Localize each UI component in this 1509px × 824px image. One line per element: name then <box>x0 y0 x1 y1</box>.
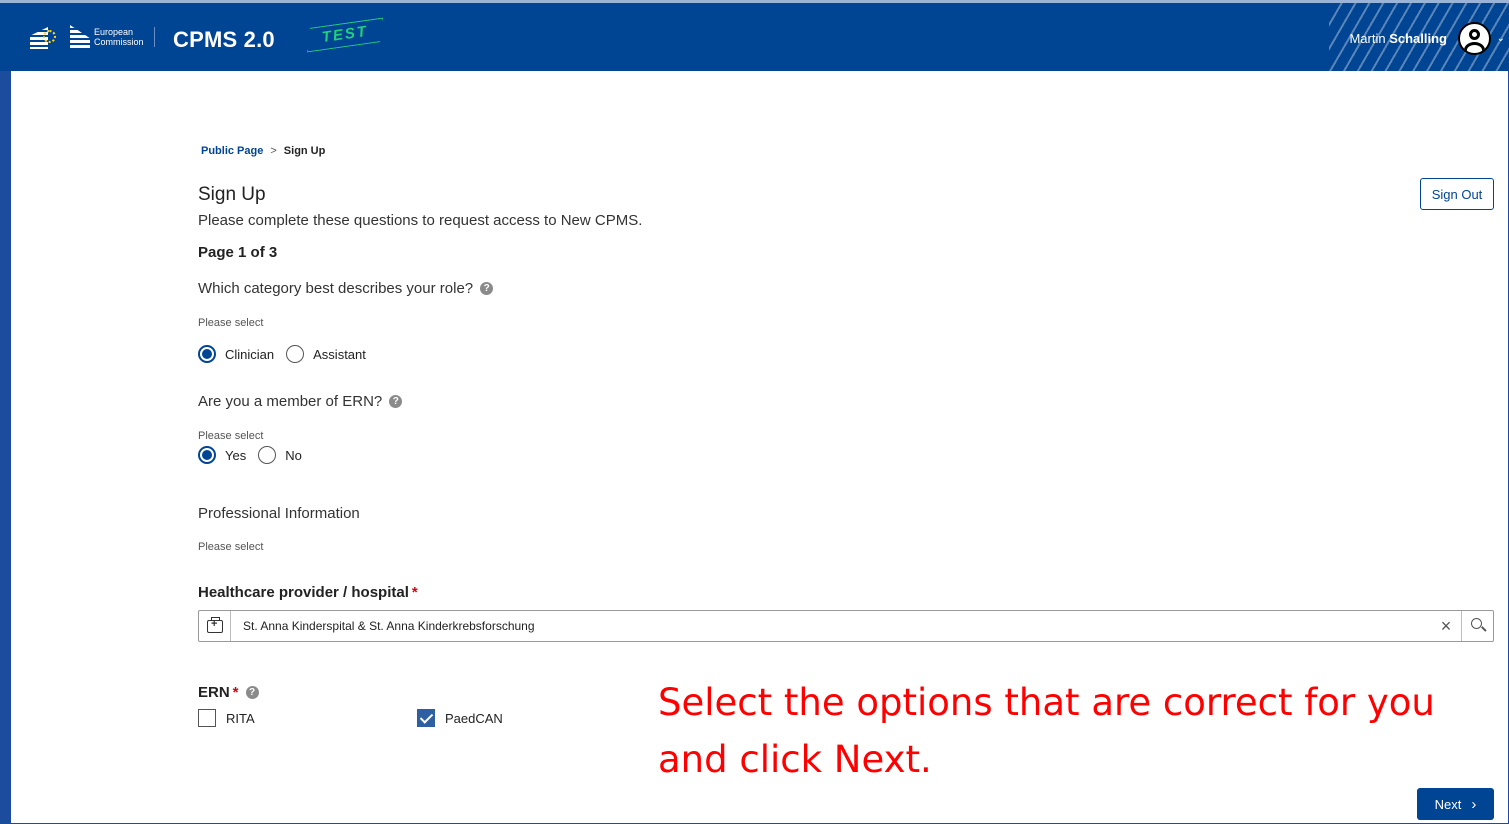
radio-yes[interactable] <box>198 446 216 464</box>
test-stamp-text: TEST <box>320 22 370 47</box>
page-indicator: Page 1 of 3 <box>198 244 278 261</box>
annotation-line2: and click Next. <box>658 738 932 781</box>
role-question: Which category best describes your role?… <box>198 280 494 297</box>
next-button-label: Next <box>1434 796 1462 812</box>
hospital-field-label: Healthcare provider / hospital * <box>198 584 418 601</box>
radio-assistant[interactable] <box>286 345 305 363</box>
help-icon[interactable]: ? <box>389 395 403 408</box>
medical-case-icon <box>199 611 231 641</box>
radio-clinician[interactable] <box>198 345 216 363</box>
required-marker: * <box>411 584 418 601</box>
ec-building-icon <box>70 25 90 49</box>
radio-no-label[interactable]: No <box>285 448 302 463</box>
ec-logo-text: European Commission <box>94 27 155 47</box>
required-marker: * <box>232 684 239 701</box>
breadcrumb: Public Page > Sign Up <box>201 145 325 157</box>
user-first-name: Martin <box>1349 31 1386 46</box>
ern-member-hint: Please select <box>198 430 264 442</box>
checkbox-paedcan-label[interactable]: PaedCAN <box>445 711 503 726</box>
radio-no[interactable] <box>258 446 277 464</box>
user-last-name: Schalling <box>1389 31 1447 46</box>
ern-member-radio-group: Yes No <box>198 446 314 464</box>
user-name[interactable]: Martin Schalling <box>1349 31 1447 46</box>
next-button[interactable]: Next › <box>1417 788 1494 820</box>
role-radio-group: Clinician Assistant <box>198 345 378 363</box>
professional-info-heading: Professional Information <box>198 505 360 522</box>
ern-field-label: ERN * ? <box>198 684 259 701</box>
checkbox-paedcan[interactable] <box>417 709 435 727</box>
hospital-label-text: Healthcare provider / hospital <box>198 584 409 601</box>
clear-icon[interactable]: × <box>1431 616 1461 637</box>
chevron-down-icon[interactable]: ⌄ <box>1497 33 1505 44</box>
page-intro: Please complete these questions to reque… <box>198 212 643 229</box>
help-icon[interactable]: ? <box>245 686 259 699</box>
app-title[interactable]: CPMS 2.0 <box>173 27 275 53</box>
radio-clinician-label[interactable]: Clinician <box>225 347 274 362</box>
page-title: Sign Up <box>198 184 266 205</box>
chevron-right-icon: › <box>1471 795 1477 813</box>
professional-hint: Please select <box>198 541 264 553</box>
professional-info-label: Professional Information <box>198 505 360 522</box>
role-question-label: Which category best describes your role? <box>198 280 474 297</box>
breadcrumb-public-page[interactable]: Public Page <box>201 145 263 157</box>
checkbox-rita-label[interactable]: RITA <box>226 711 255 726</box>
ern-member-question: Are you a member of ERN? ? <box>198 393 403 410</box>
instruction-annotation: Select the options that are correct for … <box>658 674 1498 788</box>
hospital-field-value[interactable]: St. Anna Kinderspital & St. Anna Kinderk… <box>231 619 1431 633</box>
eu-flag-icon <box>30 25 56 49</box>
breadcrumb-separator: > <box>270 145 277 157</box>
help-icon[interactable]: ? <box>480 282 494 295</box>
sign-out-button[interactable]: Sign Out <box>1420 178 1494 210</box>
role-hint: Please select <box>198 317 264 329</box>
ec-logo[interactable]: European Commission <box>30 25 155 49</box>
user-avatar-icon[interactable] <box>1458 22 1491 55</box>
top-header: European Commission CPMS 2.0 TEST Martin… <box>0 0 1509 71</box>
ern-option-rita[interactable]: RITA <box>198 709 255 727</box>
ec-logo-line2: Commission <box>94 37 144 47</box>
ec-logo-line1: European <box>94 27 134 37</box>
checkbox-rita[interactable] <box>198 709 216 727</box>
annotation-line1: Select the options that are correct for … <box>658 681 1435 724</box>
ern-member-question-label: Are you a member of ERN? <box>198 393 383 410</box>
search-icon[interactable] <box>1461 611 1493 641</box>
breadcrumb-current: Sign Up <box>283 145 326 157</box>
radio-yes-label[interactable]: Yes <box>225 448 246 463</box>
ern-option-paedcan[interactable]: PaedCAN <box>417 709 503 727</box>
hospital-search-field[interactable]: St. Anna Kinderspital & St. Anna Kinderk… <box>198 610 1494 642</box>
ern-label-text: ERN <box>198 684 230 701</box>
radio-assistant-label[interactable]: Assistant <box>313 347 366 362</box>
test-environment-stamp: TEST <box>304 18 387 53</box>
